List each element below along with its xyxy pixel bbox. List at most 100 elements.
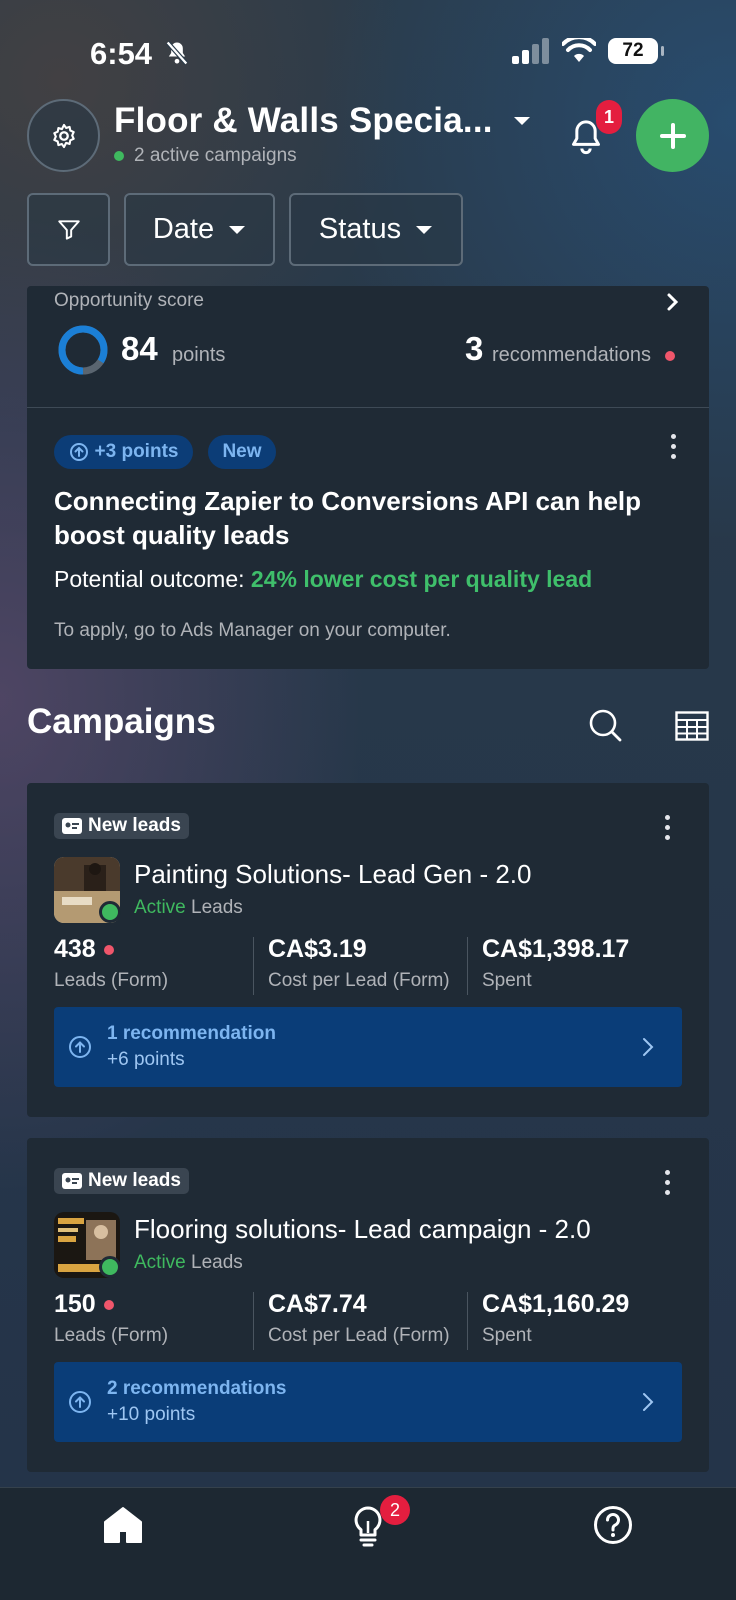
cost-per-lead-value: CA$7.74: [268, 1290, 367, 1318]
account-name[interactable]: Floor & Walls Specia...: [114, 101, 493, 141]
opportunity-score-label: Opportunity score: [54, 290, 204, 311]
arrow-up-circle-icon: [69, 1036, 91, 1058]
notification-badge: 1: [596, 100, 622, 134]
status-filter-dropdown[interactable]: Status: [289, 193, 463, 266]
points-pill-text: +3 points: [94, 441, 179, 462]
cost-per-lead-value: CA$3.19: [268, 935, 367, 963]
recommendations-label[interactable]: recommendations: [492, 344, 675, 367]
outcome-highlight: 24% lower cost per quality lead: [250, 566, 593, 592]
active-campaigns-status: 2 active campaigns: [114, 145, 297, 167]
opportunity-score-unit: points: [172, 344, 226, 366]
more-options-icon[interactable]: [663, 815, 671, 840]
divider: [253, 937, 254, 995]
home-icon[interactable]: [103, 1506, 143, 1544]
recommendation-title: 2 recommendations: [107, 1378, 287, 1399]
unread-dot: [664, 350, 675, 361]
cost-per-lead-metric: CA$3.19 Cost per Lead (Form): [268, 935, 450, 992]
divider: [27, 407, 709, 408]
more-options-icon[interactable]: [663, 1170, 671, 1195]
battery-indicator: 72: [608, 38, 664, 64]
cost-per-lead-label: Cost per Lead (Form): [268, 1325, 450, 1346]
recommendations-count[interactable]: 3: [465, 330, 483, 368]
leads-value: 438: [54, 935, 96, 963]
spent-value: CA$1,398.17: [482, 935, 630, 963]
new-leads-dot: [103, 1299, 114, 1310]
recommendation-points: +6 points: [107, 1049, 185, 1070]
opportunity-card: Opportunity score 84 points 3 recommenda…: [27, 286, 709, 669]
settings-button[interactable]: [27, 99, 100, 172]
active-campaigns-text: 2 active campaigns: [134, 145, 297, 166]
points-pill: +3 points: [54, 435, 193, 469]
date-filter-dropdown[interactable]: Date: [124, 193, 275, 266]
campaign-name[interactable]: Painting Solutions- Lead Gen - 2.0: [134, 859, 531, 890]
date-filter-label: Date: [152, 213, 215, 245]
leads-value: 150: [54, 1290, 96, 1318]
chevron-right-icon: [643, 1393, 654, 1411]
cost-per-lead-metric: CA$7.74 Cost per Lead (Form): [268, 1290, 450, 1347]
tag-label: New leads: [88, 815, 181, 836]
plus-icon: [659, 122, 686, 149]
leads-metric: 150 Leads (Form): [54, 1290, 168, 1347]
divider: [467, 937, 468, 995]
campaign-objective: Leads: [191, 897, 243, 918]
campaign-objective: Leads: [191, 1252, 243, 1273]
spent-label: Spent: [482, 1325, 532, 1346]
leads-label: Leads (Form): [54, 1325, 169, 1346]
campaign-status: Active Leads: [134, 897, 243, 919]
funnel-icon: [57, 219, 80, 240]
new-leads-tag: New leads: [54, 1168, 189, 1194]
chevron-down-icon[interactable]: [512, 114, 532, 128]
silent-bell-icon: [165, 40, 188, 66]
recommendation-title: 1 recommendation: [107, 1023, 276, 1044]
search-icon[interactable]: [588, 708, 622, 742]
spent-metric: CA$1,398.17 Spent: [482, 935, 629, 992]
cost-per-lead-label: Cost per Lead (Form): [268, 970, 450, 991]
recommendation-banner[interactable]: 1 recommendation +6 points: [54, 1007, 682, 1087]
tag-label: New leads: [88, 1170, 181, 1191]
campaign-status: Active Leads: [134, 1252, 243, 1274]
chevron-right-icon: [643, 1038, 654, 1056]
arrow-up-circle-icon: [69, 1391, 91, 1413]
recommendation-points: +10 points: [107, 1404, 196, 1425]
campaign-card[interactable]: New leads Flooring solutions- Lead campa…: [27, 1138, 709, 1472]
opportunity-score-value: 84: [121, 330, 158, 367]
caret-down-icon: [229, 225, 246, 234]
potential-outcome: Potential outcome: 24% lower cost per qu…: [54, 566, 592, 593]
lead-card-icon: [62, 818, 82, 834]
apply-note: To apply, go to Ads Manager on your comp…: [54, 620, 451, 641]
gear-icon: [52, 123, 75, 148]
status-active: Active: [134, 1252, 186, 1273]
caret-down-icon: [416, 225, 433, 234]
cellular-signal-icon: [512, 38, 549, 64]
wifi-icon: [562, 38, 596, 62]
recommendation-banner[interactable]: 2 recommendations +10 points: [54, 1362, 682, 1442]
new-leads-tag: New leads: [54, 813, 189, 839]
spent-label: Spent: [482, 970, 532, 991]
new-pill-text: New: [222, 441, 262, 462]
opportunity-score-gauge: [58, 325, 108, 375]
help-icon[interactable]: [593, 1505, 633, 1545]
status-time: 6:54: [90, 36, 191, 72]
spent-value: CA$1,160.29: [482, 1290, 630, 1318]
recommendations-label-text: recommendations: [492, 344, 651, 366]
chevron-right-icon[interactable]: [665, 292, 681, 312]
lead-card-icon: [62, 1173, 82, 1189]
status-icons: 72: [512, 38, 664, 64]
new-pill: New: [208, 435, 276, 469]
campaigns-heading: Campaigns: [27, 702, 216, 741]
campaign-name[interactable]: Flooring solutions- Lead campaign - 2.0: [134, 1214, 591, 1245]
status-active: Active: [134, 897, 186, 918]
arrow-up-circle-icon: [69, 443, 88, 461]
outcome-prefix: Potential outcome:: [54, 566, 251, 592]
spent-metric: CA$1,160.29 Spent: [482, 1290, 629, 1347]
divider: [467, 1292, 468, 1350]
leads-metric: 438 Leads (Form): [54, 935, 168, 992]
table-view-icon[interactable]: [675, 711, 709, 741]
recommendation-title: Connecting Zapier to Conversions API can…: [54, 486, 642, 550]
campaign-card[interactable]: New leads Painting Solutions- Lead Gen -…: [27, 783, 709, 1117]
divider: [253, 1292, 254, 1350]
leads-label: Leads (Form): [54, 970, 169, 991]
more-options-icon[interactable]: [669, 434, 677, 459]
create-button[interactable]: [636, 99, 709, 172]
filter-button[interactable]: [27, 193, 110, 266]
